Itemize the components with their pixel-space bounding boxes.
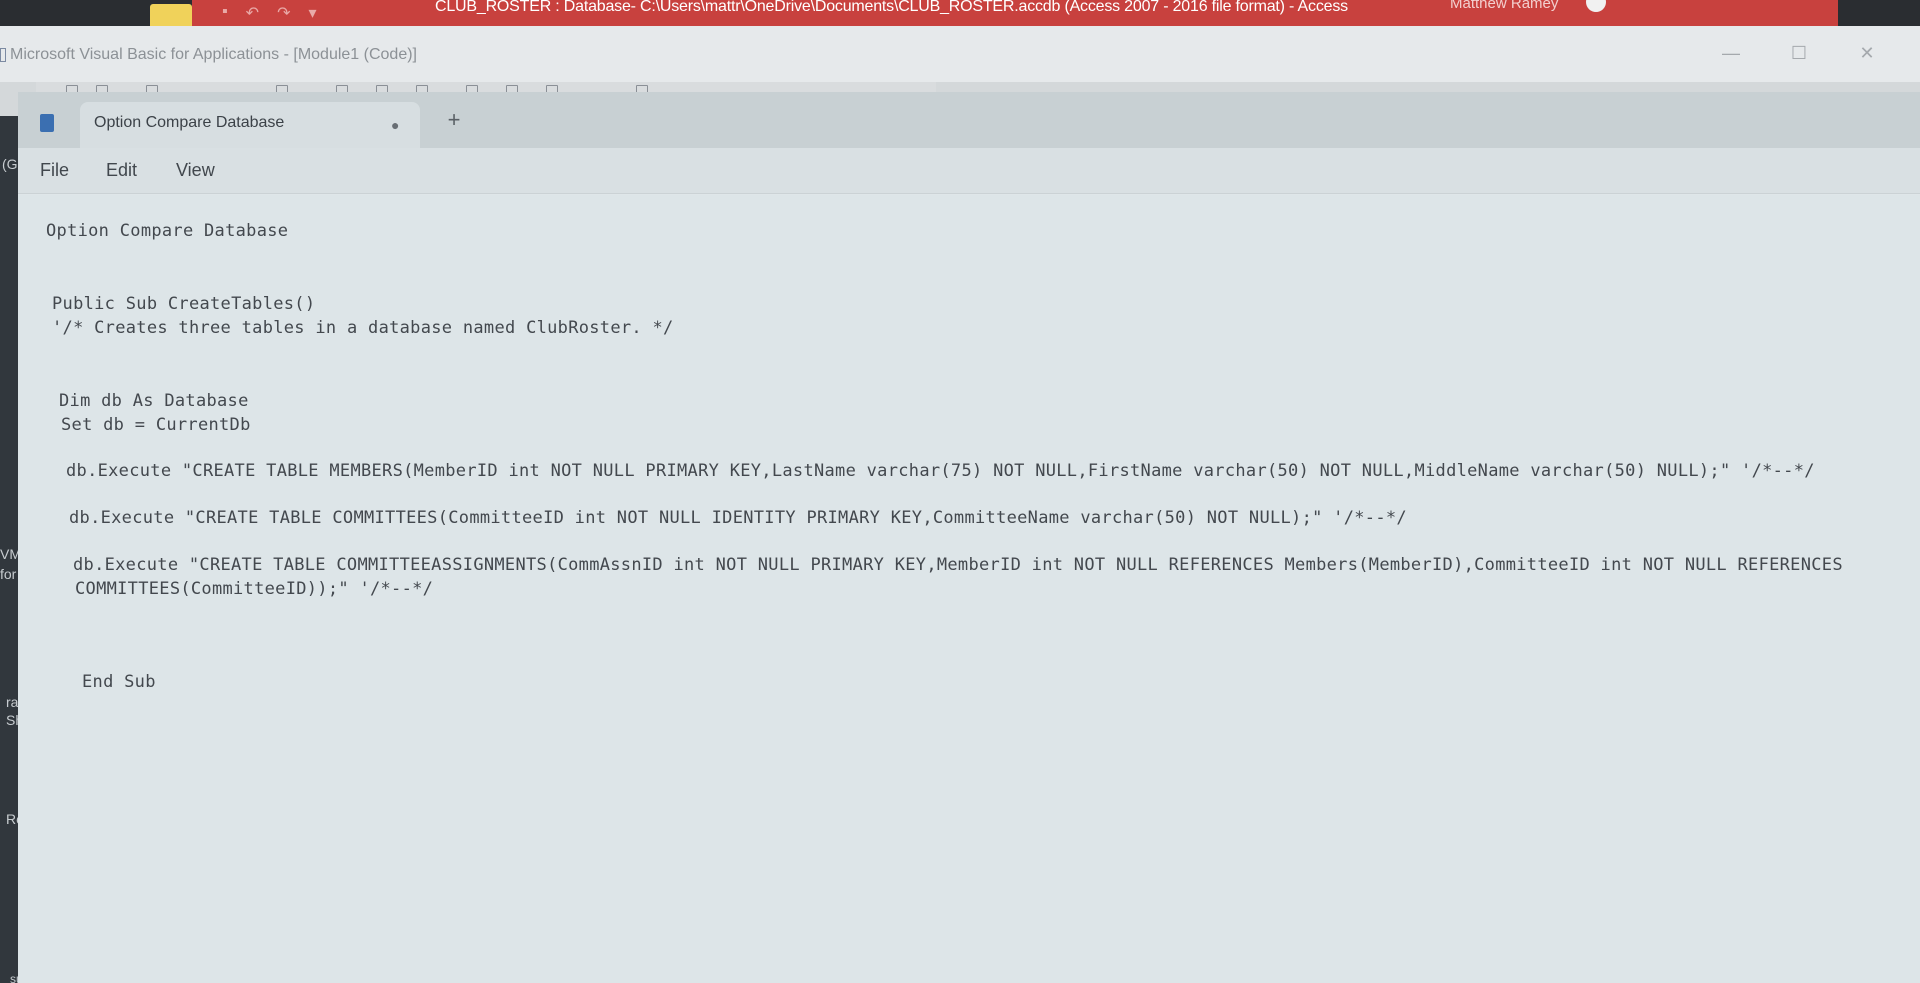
- code-line: COMMITTEES(CommitteeID));" '/*--*/: [75, 579, 434, 599]
- access-window-title: CLUB_ROSTER : Database- C:\Users\mattr\O…: [435, 0, 1348, 15]
- vba-app-icon: [0, 48, 6, 62]
- code-line: '/* Creates three tables in a database n…: [52, 318, 674, 338]
- tab-label: Option Compare Database: [94, 114, 285, 131]
- save-icon[interactable]: ▪: [222, 3, 228, 23]
- code-line: Public Sub CreateTables(): [52, 294, 316, 314]
- text-editor[interactable]: Option Compare Database Public Sub Creat…: [18, 195, 1920, 983]
- maximize-button[interactable]: ☐: [1782, 40, 1816, 66]
- quick-access-toolbar: ▪ ↶ ↷ ▾: [222, 3, 317, 23]
- strip-text: for: [0, 566, 17, 582]
- close-button[interactable]: ✕: [1850, 40, 1884, 66]
- redo-icon[interactable]: ↷: [277, 3, 290, 23]
- code-line: db.Execute "CREATE TABLE COMMITTEES(Comm…: [69, 508, 1407, 528]
- code-line: End Sub: [82, 672, 156, 692]
- minimize-button[interactable]: —: [1714, 40, 1748, 66]
- code-line: Dim db As Database: [59, 391, 249, 411]
- notepad-window: Option Compare Database ● + File Edit Vi…: [18, 92, 1920, 983]
- code-line: Option Compare Database: [46, 221, 289, 241]
- code-line: db.Execute "CREATE TABLE COMMITTEEASSIGN…: [73, 555, 1843, 575]
- customize-qat-icon[interactable]: ▾: [308, 3, 316, 23]
- menu-bar: File Edit View: [18, 148, 1920, 194]
- code-line: Set db = CurrentDb: [61, 415, 251, 435]
- menu-edit[interactable]: Edit: [106, 160, 137, 181]
- undo-icon[interactable]: ↶: [246, 3, 259, 23]
- new-tab-button[interactable]: +: [440, 106, 468, 134]
- access-title-bar: ▪ ↶ ↷ ▾ CLUB_ROSTER : Database- C:\Users…: [0, 0, 1920, 26]
- taskbar-tile: [150, 4, 192, 26]
- tab-bar: Option Compare Database ● +: [18, 92, 1920, 148]
- vba-window-title: Microsoft Visual Basic for Applications …: [10, 46, 417, 63]
- notepad-icon: [40, 114, 54, 132]
- vba-title-bar: Microsoft Visual Basic for Applications …: [0, 26, 1920, 82]
- unsaved-dot-icon[interactable]: ●: [391, 117, 399, 133]
- tab-option-compare-database[interactable]: Option Compare Database ●: [80, 102, 420, 148]
- code-line: db.Execute "CREATE TABLE MEMBERS(MemberI…: [66, 461, 1815, 481]
- account-name[interactable]: Matthew Ramey: [1450, 0, 1558, 11]
- menu-file[interactable]: File: [40, 160, 69, 181]
- menu-view[interactable]: View: [176, 160, 215, 181]
- strip-text: (G: [2, 156, 18, 172]
